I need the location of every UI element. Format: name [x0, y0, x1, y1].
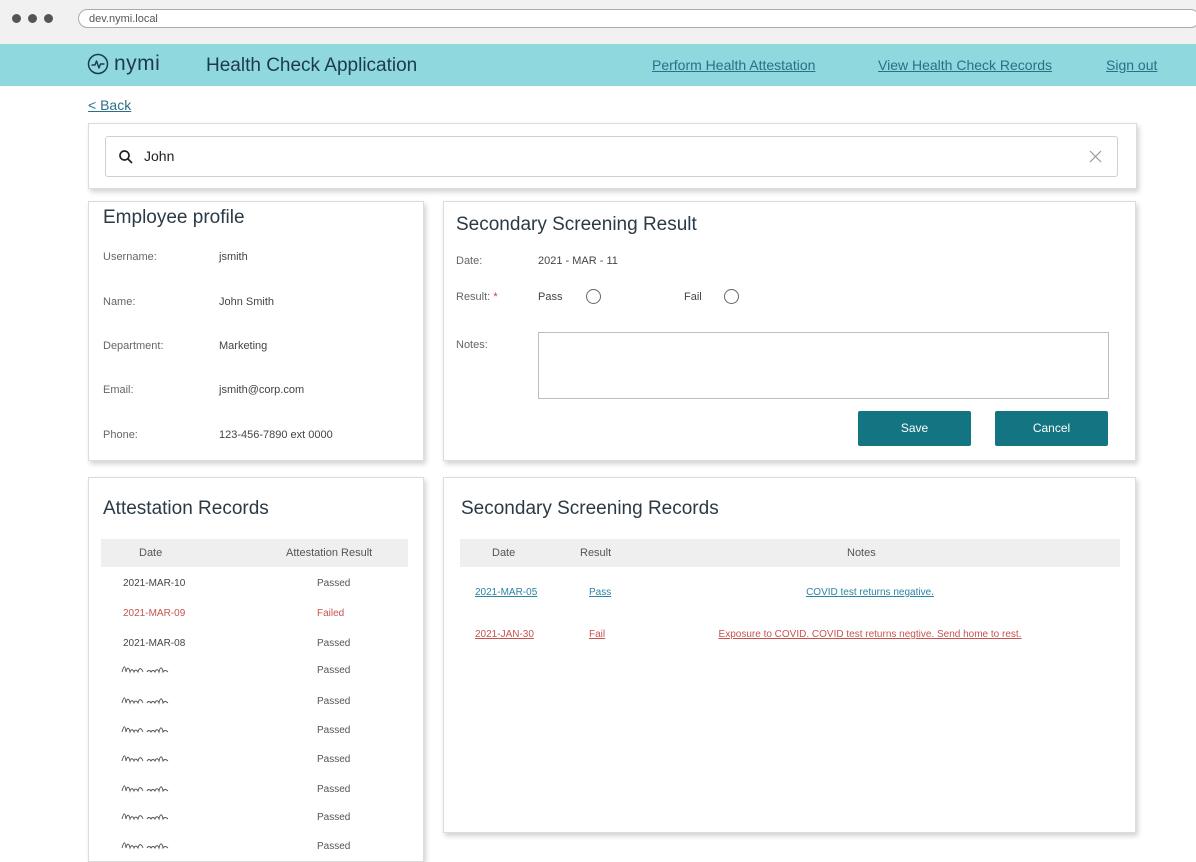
attestation-result: Failed [317, 608, 345, 619]
notes-field[interactable] [538, 332, 1109, 399]
window-controls [12, 14, 53, 23]
phone-label: Phone: [103, 429, 138, 441]
records-title: Secondary Screening Records [461, 498, 719, 519]
column-header-date: Date [492, 547, 516, 559]
scribble-placeholder [121, 666, 169, 674]
fail-radio[interactable] [724, 289, 739, 304]
record-result-link[interactable]: Fail [589, 629, 605, 640]
result-label-text: Result: [456, 291, 491, 303]
attestation-records-card: Attestation Records Date Attestation Res… [88, 477, 424, 862]
record-notes-link[interactable]: COVID test returns negative. [806, 587, 934, 598]
pass-radio[interactable] [586, 289, 601, 304]
table-row[interactable]: Passed [89, 784, 423, 802]
attestation-date: 2021-MAR-09 [123, 608, 186, 619]
column-header-date: Date [139, 547, 163, 559]
pass-label: Pass [538, 291, 563, 303]
attestation-result: Passed [317, 578, 351, 589]
table-row[interactable]: Passed [89, 812, 423, 830]
table-row[interactable]: Passed [89, 841, 423, 859]
attestation-table-header: Date Attestation Result [101, 539, 408, 567]
attestation-date: 2021-MAR-10 [123, 578, 186, 589]
search-icon [119, 150, 133, 164]
table-row[interactable]: Passed [89, 725, 423, 743]
department-value: Marketing [219, 340, 268, 352]
scribble-placeholder [121, 726, 169, 734]
fail-label: Fail [684, 291, 702, 303]
logo-text: nymi [114, 52, 161, 75]
record-notes-link[interactable]: Exposure to COVID. COVID test returns ne… [719, 629, 1022, 640]
app-header: nymi Health Check Application Perform He… [0, 44, 1196, 86]
email-label: Email: [103, 384, 134, 396]
table-row[interactable]: 2021-MAR-09 Failed [89, 608, 423, 626]
notes-label: Notes: [456, 339, 488, 351]
nav-view-records[interactable]: View Health Check Records [878, 57, 1052, 73]
cancel-button[interactable]: Cancel [995, 411, 1108, 446]
attestation-result: Passed [317, 638, 351, 649]
scribble-placeholder [121, 755, 169, 763]
attestation-result: Passed [317, 754, 351, 765]
email-value: jsmith@corp.com [219, 384, 305, 396]
window-dot[interactable] [28, 14, 37, 23]
browser-chrome: dev.nymi.local [0, 0, 1196, 45]
search-input[interactable]: John [105, 136, 1118, 177]
attestation-result: Passed [317, 696, 351, 707]
username-value: jsmith [219, 251, 248, 263]
record-date-link[interactable]: 2021-JAN-30 [475, 629, 534, 640]
nav-perform-attestation[interactable]: Perform Health Attestation [652, 57, 815, 73]
name-value: John Smith [219, 296, 275, 308]
column-header-result: Result [580, 547, 612, 559]
column-header-notes: Notes [847, 547, 876, 559]
search-value: John [144, 148, 175, 164]
nav-sign-out[interactable]: Sign out [1106, 57, 1157, 73]
result-label: Result: * [456, 291, 498, 303]
back-link[interactable]: < Back [88, 97, 131, 113]
records-table-header: Date Result Notes [460, 539, 1120, 567]
app-title: Health Check Application [206, 55, 418, 76]
name-label: Name: [103, 296, 136, 308]
table-row[interactable]: 2021-MAR-10 Passed [89, 578, 423, 596]
phone-value: 123-456-7890 ext 0000 [219, 429, 333, 441]
window-dot[interactable] [44, 14, 53, 23]
record-result-link[interactable]: Pass [589, 587, 611, 598]
table-row[interactable]: Passed [89, 754, 423, 772]
scribble-placeholder [121, 785, 169, 793]
attestation-result: Passed [317, 841, 351, 852]
scribble-placeholder [121, 842, 169, 850]
required-mark: * [493, 291, 498, 303]
column-header-result: Attestation Result [286, 547, 373, 559]
search-card: John [88, 123, 1137, 189]
attestation-result: Passed [317, 725, 351, 736]
table-row[interactable]: Passed [89, 696, 423, 714]
screening-result-card: Secondary Screening Result Date: 2021 - … [443, 201, 1136, 461]
table-row[interactable]: 2021-MAR-08 Passed [89, 638, 423, 656]
profile-title: Employee profile [103, 207, 245, 228]
attestation-title: Attestation Records [103, 498, 269, 519]
attestation-result: Passed [317, 784, 351, 795]
table-row[interactable]: Passed [89, 665, 423, 683]
record-date-link[interactable]: 2021-MAR-05 [475, 587, 537, 598]
close-icon[interactable] [1088, 149, 1103, 164]
department-label: Department: [103, 340, 164, 352]
employee-profile-card: Employee profile Username: jsmith Name: … [88, 201, 424, 461]
attestation-date: 2021-MAR-08 [123, 638, 186, 649]
screening-title: Secondary Screening Result [456, 214, 697, 235]
nymi-logo: nymi [87, 52, 160, 76]
pulse-icon [87, 53, 109, 75]
window-dot[interactable] [12, 14, 21, 23]
address-bar[interactable]: dev.nymi.local [78, 9, 1196, 28]
screening-records-card: Secondary Screening Records Date Result … [443, 477, 1136, 833]
scribble-placeholder [121, 697, 169, 705]
scribble-placeholder [121, 813, 169, 821]
date-value: 2021 - MAR - 11 [538, 255, 618, 267]
username-label: Username: [103, 251, 157, 263]
attestation-result: Passed [317, 665, 351, 676]
attestation-result: Passed [317, 812, 351, 823]
date-label: Date: [456, 255, 483, 267]
save-button[interactable]: Save [858, 411, 971, 446]
